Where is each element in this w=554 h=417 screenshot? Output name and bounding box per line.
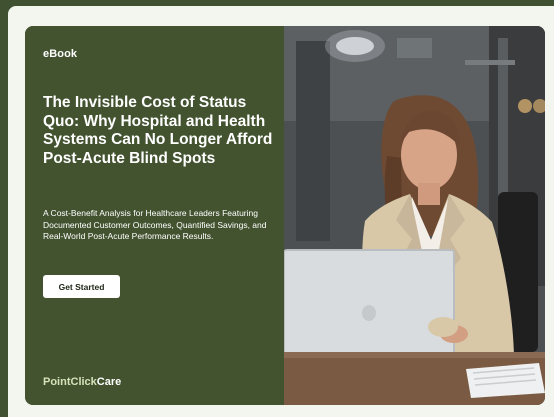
promo-title: The Invisible Cost of Status Quo: Why Ho… — [43, 94, 273, 167]
logo-text-part2: Care — [96, 376, 122, 388]
get-started-button[interactable]: Get Started — [43, 275, 120, 298]
logo-text-part1: PointClick — [43, 376, 97, 388]
promo-subtitle: A Cost-Benefit Analysis for Healthcare L… — [43, 208, 267, 241]
pointclickcare-logo: PointClickCare — [43, 376, 121, 388]
woman-laptop-photo — [284, 26, 545, 405]
ebook-promo-card: eBook The Invisible Cost of Status Quo: … — [25, 26, 545, 405]
promo-text-panel: eBook The Invisible Cost of Status Quo: … — [25, 26, 284, 405]
eyebrow-label: eBook — [43, 48, 78, 60]
photo-illustration — [284, 26, 545, 405]
